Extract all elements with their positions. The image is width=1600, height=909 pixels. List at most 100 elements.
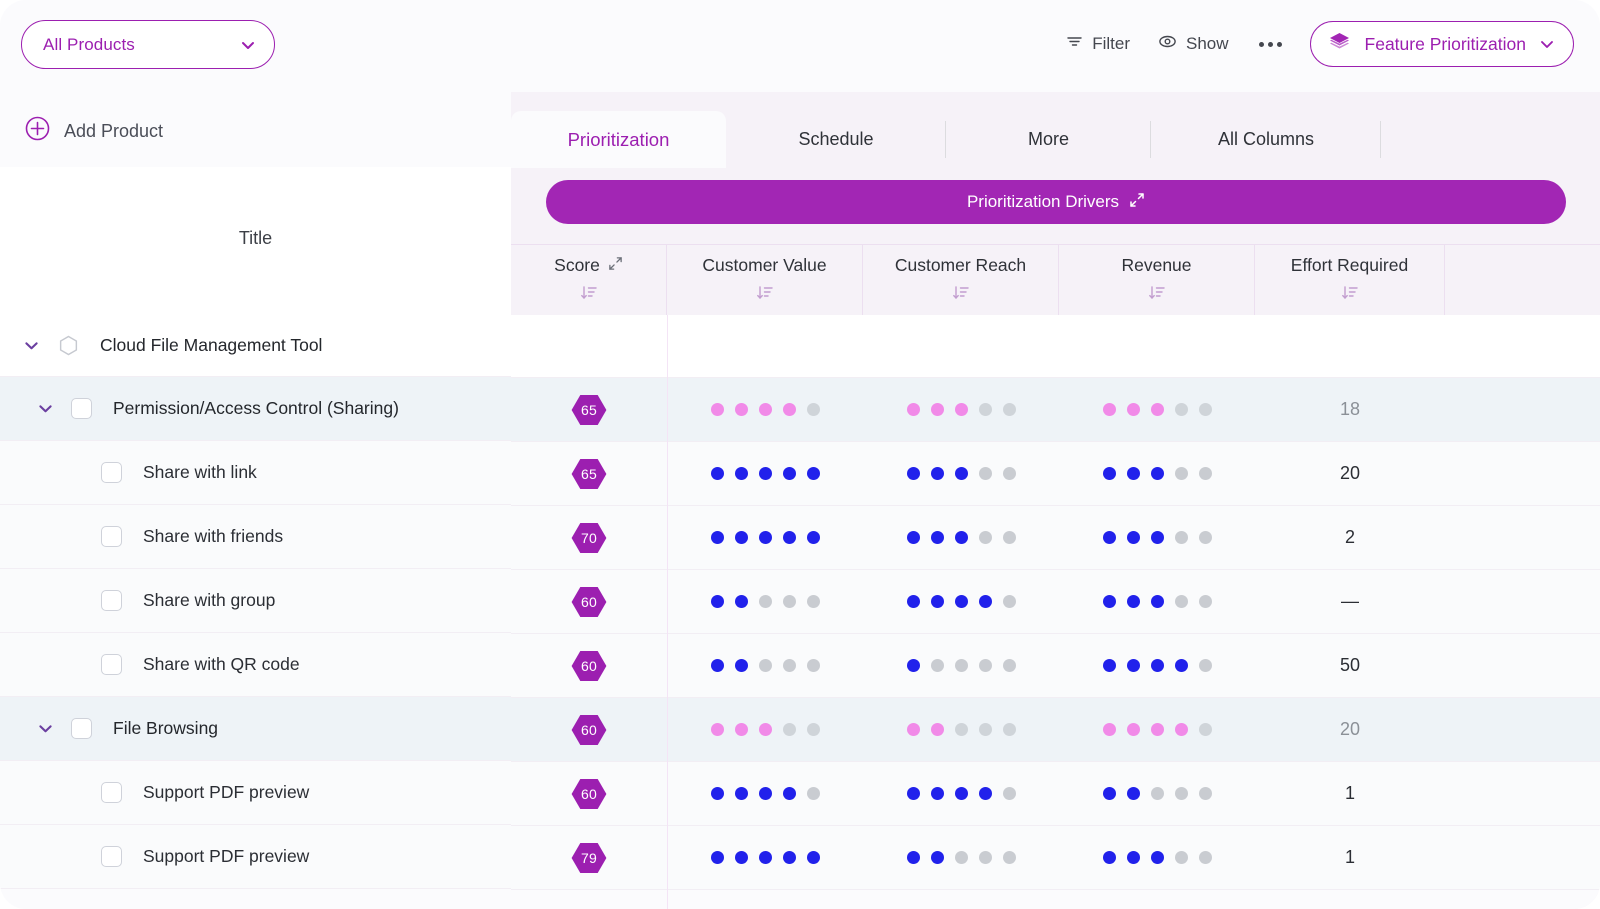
row-checkbox[interactable]: [101, 846, 122, 867]
rating-dot-filled[interactable]: [734, 723, 748, 736]
rating-dot-filled[interactable]: [782, 787, 796, 800]
cell-revenue[interactable]: [1059, 826, 1255, 889]
rating-dot-filled[interactable]: [782, 467, 796, 480]
rating-dot-filled[interactable]: [1126, 403, 1140, 416]
rating-dot-filled[interactable]: [1150, 851, 1164, 864]
tree-row[interactable]: Share with group: [0, 569, 511, 633]
data-row[interactable]: 60 1: [511, 762, 1600, 826]
tree-row[interactable]: Cloud File Management Tool: [0, 314, 511, 377]
rating-dot-filled[interactable]: [954, 467, 968, 480]
cell-effort-required[interactable]: 20: [1255, 442, 1445, 505]
rating-dot-filled[interactable]: [930, 403, 944, 416]
tree-row[interactable]: Permission/Access Control (Sharing): [0, 377, 511, 441]
rating-dot-filled[interactable]: [954, 403, 968, 416]
cell-customer-reach[interactable]: [863, 698, 1059, 761]
tree-row[interactable]: Share with link: [0, 441, 511, 505]
rating-dots[interactable]: [906, 403, 1016, 416]
data-row[interactable]: [511, 315, 1600, 378]
rating-dot-filled[interactable]: [930, 723, 944, 736]
rating-dot-filled[interactable]: [710, 467, 724, 480]
cell-customer-value[interactable]: [667, 762, 863, 825]
column-header-effort-required[interactable]: Effort Required: [1255, 245, 1445, 316]
cell-customer-value[interactable]: [667, 698, 863, 761]
rating-dots[interactable]: [1102, 659, 1212, 672]
rating-dot-empty[interactable]: [1174, 467, 1188, 480]
tab-all-columns[interactable]: All Columns: [1151, 111, 1381, 168]
cell-effort-required[interactable]: [1255, 315, 1445, 377]
rating-dot-filled[interactable]: [1126, 467, 1140, 480]
rating-dot-empty[interactable]: [954, 851, 968, 864]
tree-row[interactable]: Share with friends: [0, 505, 511, 569]
rating-dot-filled[interactable]: [978, 595, 992, 608]
cell-revenue[interactable]: [1059, 698, 1255, 761]
rating-dot-empty[interactable]: [1002, 723, 1016, 736]
cell-score[interactable]: [511, 315, 667, 377]
rating-dot-filled[interactable]: [758, 531, 772, 544]
rating-dots[interactable]: [906, 723, 1016, 736]
rating-dot-filled[interactable]: [906, 403, 920, 416]
rating-dot-filled[interactable]: [806, 467, 820, 480]
tree-row[interactable]: Share with QR code: [0, 633, 511, 697]
rating-dot-filled[interactable]: [710, 659, 724, 672]
rating-dots[interactable]: [1102, 787, 1212, 800]
rating-dot-filled[interactable]: [758, 723, 772, 736]
chevron-down-icon[interactable]: [18, 337, 44, 354]
rating-dot-filled[interactable]: [906, 595, 920, 608]
cell-customer-reach[interactable]: [863, 826, 1059, 889]
rating-dot-filled[interactable]: [710, 723, 724, 736]
rating-dot-filled[interactable]: [906, 723, 920, 736]
rating-dot-empty[interactable]: [782, 595, 796, 608]
chevron-down-icon[interactable]: [32, 400, 58, 417]
rating-dot-filled[interactable]: [734, 659, 748, 672]
rating-dot-filled[interactable]: [930, 467, 944, 480]
rating-dot-empty[interactable]: [1002, 531, 1016, 544]
rating-dots[interactable]: [710, 403, 820, 416]
rating-dots[interactable]: [906, 787, 1016, 800]
show-button[interactable]: Show: [1144, 24, 1243, 64]
cell-customer-reach[interactable]: [863, 315, 1059, 377]
row-checkbox[interactable]: [101, 782, 122, 803]
rating-dot-filled[interactable]: [734, 595, 748, 608]
data-row[interactable]: 70 2: [511, 506, 1600, 570]
rating-dot-empty[interactable]: [1002, 787, 1016, 800]
prioritization-drivers-banner[interactable]: Prioritization Drivers: [546, 180, 1566, 224]
rating-dot-empty[interactable]: [978, 531, 992, 544]
row-checkbox[interactable]: [71, 398, 92, 419]
rating-dot-empty[interactable]: [1198, 467, 1212, 480]
rating-dot-empty[interactable]: [806, 787, 820, 800]
rating-dot-filled[interactable]: [734, 531, 748, 544]
cell-customer-reach[interactable]: [863, 506, 1059, 569]
rating-dots[interactable]: [906, 595, 1016, 608]
rating-dot-filled[interactable]: [758, 403, 772, 416]
column-header-customer-value[interactable]: Customer Value: [667, 245, 863, 316]
cell-effort-required[interactable]: 20: [1255, 698, 1445, 761]
column-header-revenue[interactable]: Revenue: [1059, 245, 1255, 316]
rating-dot-filled[interactable]: [782, 531, 796, 544]
rating-dots[interactable]: [710, 787, 820, 800]
cell-score[interactable]: 60: [511, 634, 667, 697]
cell-effort-required[interactable]: 50: [1255, 634, 1445, 697]
rating-dot-empty[interactable]: [1198, 723, 1212, 736]
cell-revenue[interactable]: [1059, 506, 1255, 569]
more-options-button[interactable]: [1243, 24, 1298, 64]
rating-dots[interactable]: [710, 723, 820, 736]
rating-dot-filled[interactable]: [954, 531, 968, 544]
rating-dot-filled[interactable]: [1126, 723, 1140, 736]
rating-dot-filled[interactable]: [906, 787, 920, 800]
rating-dot-empty[interactable]: [1174, 851, 1188, 864]
rating-dot-filled[interactable]: [906, 659, 920, 672]
rating-dot-filled[interactable]: [1150, 531, 1164, 544]
cell-revenue[interactable]: [1059, 315, 1255, 377]
cell-customer-reach[interactable]: [863, 570, 1059, 633]
rating-dot-empty[interactable]: [1150, 787, 1164, 800]
rating-dot-empty[interactable]: [954, 723, 968, 736]
rating-dot-empty[interactable]: [1174, 531, 1188, 544]
rating-dot-empty[interactable]: [1198, 787, 1212, 800]
cell-effort-required[interactable]: —: [1255, 570, 1445, 633]
rating-dot-filled[interactable]: [1102, 467, 1116, 480]
rating-dot-filled[interactable]: [1102, 595, 1116, 608]
rating-dot-filled[interactable]: [806, 531, 820, 544]
rating-dot-filled[interactable]: [1126, 531, 1140, 544]
rating-dot-empty[interactable]: [978, 403, 992, 416]
rating-dots[interactable]: [1102, 467, 1212, 480]
